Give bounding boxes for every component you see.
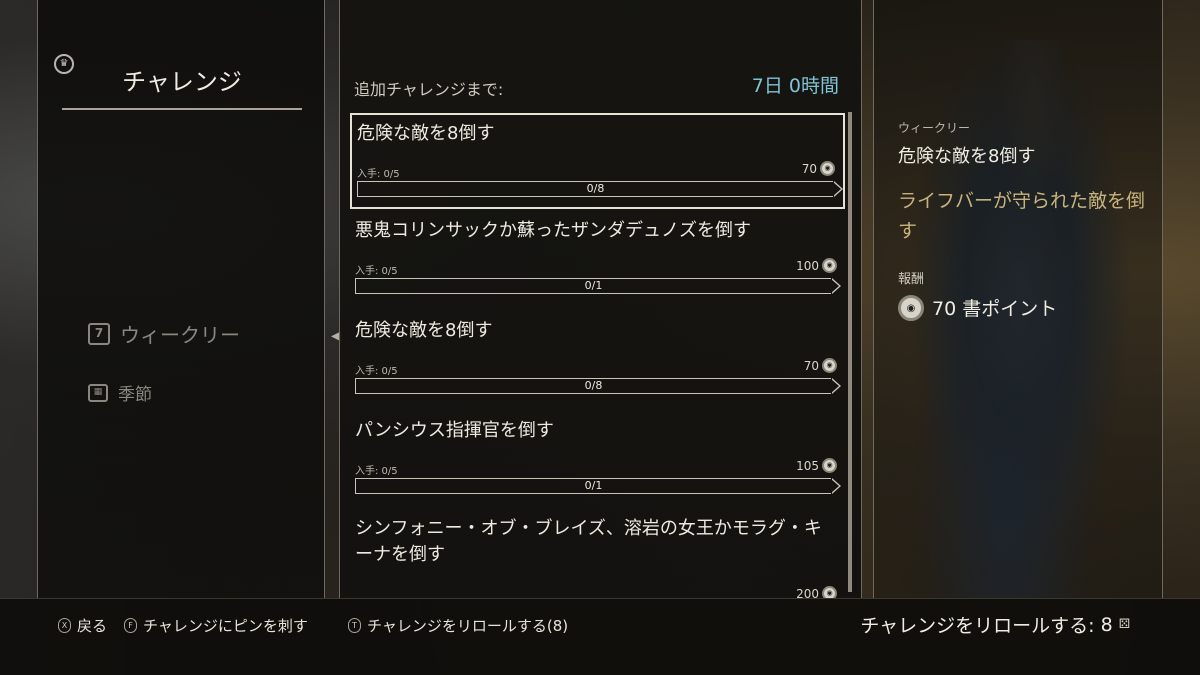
- menu-item-label: 季節: [118, 385, 152, 405]
- book-point-icon: ◉: [822, 258, 837, 273]
- reward-value: 100: [796, 258, 819, 273]
- challenge-reward: 200 ◉: [796, 586, 837, 598]
- back-label: 戻る: [77, 617, 108, 635]
- pin-label: チャレンジにピンを刺す: [143, 617, 308, 635]
- next-challenge-label: 追加チャレンジまで:: [354, 80, 504, 99]
- dice-icon: ⚄: [1118, 617, 1130, 632]
- title-underline: [62, 108, 302, 110]
- calendar-7-icon: 7: [88, 322, 110, 345]
- progress-text: 0/1: [584, 479, 603, 492]
- book-point-icon: ◉: [898, 294, 924, 321]
- book-point-icon: ◉: [822, 358, 837, 373]
- challenge-reward: 70 ◉: [802, 161, 835, 176]
- progress-text: 0/8: [586, 182, 605, 195]
- challenge-acquired: 入手: 0/5: [355, 266, 398, 277]
- reroll-counter: チャレンジをリロールする: 8 ⚄: [860, 611, 1130, 638]
- pin-challenge-button[interactable]: F チャレンジにピンを刺す: [124, 615, 308, 636]
- progress-text: 0/8: [584, 379, 603, 392]
- challenge-reward: 70 ◉: [804, 358, 837, 373]
- reward-value: 200: [796, 586, 819, 599]
- challenge-title: シンフォニー・オブ・ブレイズ、溶岩の女王かモラグ・キーナを倒す: [355, 518, 822, 565]
- menu-item-weekly[interactable]: 7 ウィークリー: [88, 319, 240, 348]
- challenge-acquired: 入手: 0/5: [355, 466, 398, 477]
- detail-description: ライフバーが守られた敵を倒す: [898, 190, 1146, 242]
- progress-bar: 0/8: [357, 181, 843, 197]
- challenge-reward: 100 ◉: [796, 258, 837, 273]
- book-point-icon: ◉: [820, 161, 835, 176]
- menu-item-season[interactable]: ▦ 季節: [88, 380, 152, 405]
- progress-text: 0/1: [584, 279, 603, 292]
- challenge-title: 危険な敵を8倒す: [355, 320, 493, 341]
- challenge-acquired: 入手: 0/5: [357, 169, 400, 180]
- key-f-icon: F: [124, 618, 137, 633]
- key-t-icon: T: [348, 618, 361, 633]
- progress-bar: 0/1: [355, 478, 841, 494]
- progress-bar-tip: [831, 478, 841, 494]
- detail-title: 危険な敵を8倒す: [898, 146, 1036, 167]
- book-point-icon: ◉: [822, 458, 837, 473]
- challenge-item[interactable]: 危険な敵を8倒す 入手: 0/5 70 ◉ 0/8: [350, 113, 845, 209]
- menu-item-label: ウィークリー: [120, 323, 240, 347]
- progress-bar-tip: [831, 378, 841, 394]
- reroll-challenge-button[interactable]: T チャレンジをリロールする(8): [348, 615, 568, 636]
- footer-hints: X 戻る F チャレンジにピンを刺す T チャレンジをリロールする(8) チャレ…: [0, 598, 1200, 675]
- progress-bar: 0/8: [355, 378, 841, 394]
- detail-reward-text: 70 書ポイント: [932, 298, 1058, 320]
- book-point-icon: ◉: [822, 586, 837, 598]
- reward-label: 報酬: [898, 272, 925, 287]
- challenge-title: 悪鬼コリンサックか蘇ったザンダデュノズを倒す: [355, 220, 751, 241]
- challenge-title: パンシウス指揮官を倒す: [355, 420, 554, 441]
- progress-bar: 0/1: [355, 278, 841, 294]
- challenge-title: 危険な敵を8倒す: [357, 123, 495, 144]
- page-title: チャレンジ: [122, 68, 242, 96]
- reroll-counter-label: チャレンジをリロールする:: [860, 615, 1095, 637]
- challenge-item[interactable]: 危険な敵を8倒す 入手: 0/5 70 ◉ 0/8: [350, 312, 845, 408]
- scrollbar[interactable]: [848, 112, 852, 592]
- calendar-grid-icon: ▦: [88, 383, 108, 402]
- progress-bar-tip: [833, 181, 843, 197]
- reward-value: 70: [801, 161, 817, 176]
- challenge-item[interactable]: 悪鬼コリンサックか蘇ったザンダデュノズを倒す 入手: 0/5 100 ◉ 0/1: [350, 212, 845, 308]
- next-challenge-timer: 7日 0時間: [751, 75, 839, 97]
- reward-value: 105: [796, 458, 819, 473]
- progress-bar-tip: [831, 278, 841, 294]
- category-sidebar: ♛ チャレンジ 7 ウィークリー ▦ 季節: [37, 0, 325, 598]
- key-x-icon: X: [58, 618, 71, 633]
- reroll-count: 8: [1100, 613, 1113, 636]
- challenge-item[interactable]: シンフォニー・オブ・ブレイズ、溶岩の女王かモラグ・キーナを倒す 200 ◉: [350, 512, 845, 598]
- detail-category: ウィークリー: [898, 121, 971, 135]
- reward-value: 70: [803, 358, 819, 373]
- challenge-list-panel: 追加チャレンジまで: 7日 0時間 危険な敵を8倒す 入手: 0/5 70 ◉ 0…: [339, 0, 862, 598]
- detail-reward: ◉ 70 書ポイント: [898, 294, 1057, 321]
- challenge-acquired: 入手: 0/5: [355, 366, 398, 377]
- challenge-detail-panel: ウィークリー 危険な敵を8倒す ライフバーが守られた敵を倒す 報酬 ◉ 70 書…: [873, 0, 1163, 598]
- challenge-item[interactable]: パンシウス指揮官を倒す 入手: 0/5 105 ◉ 0/1: [350, 412, 845, 508]
- reroll-label: チャレンジをリロールする(8): [367, 617, 569, 635]
- back-button[interactable]: X 戻る: [58, 615, 107, 636]
- challenge-reward: 105 ◉: [796, 458, 837, 473]
